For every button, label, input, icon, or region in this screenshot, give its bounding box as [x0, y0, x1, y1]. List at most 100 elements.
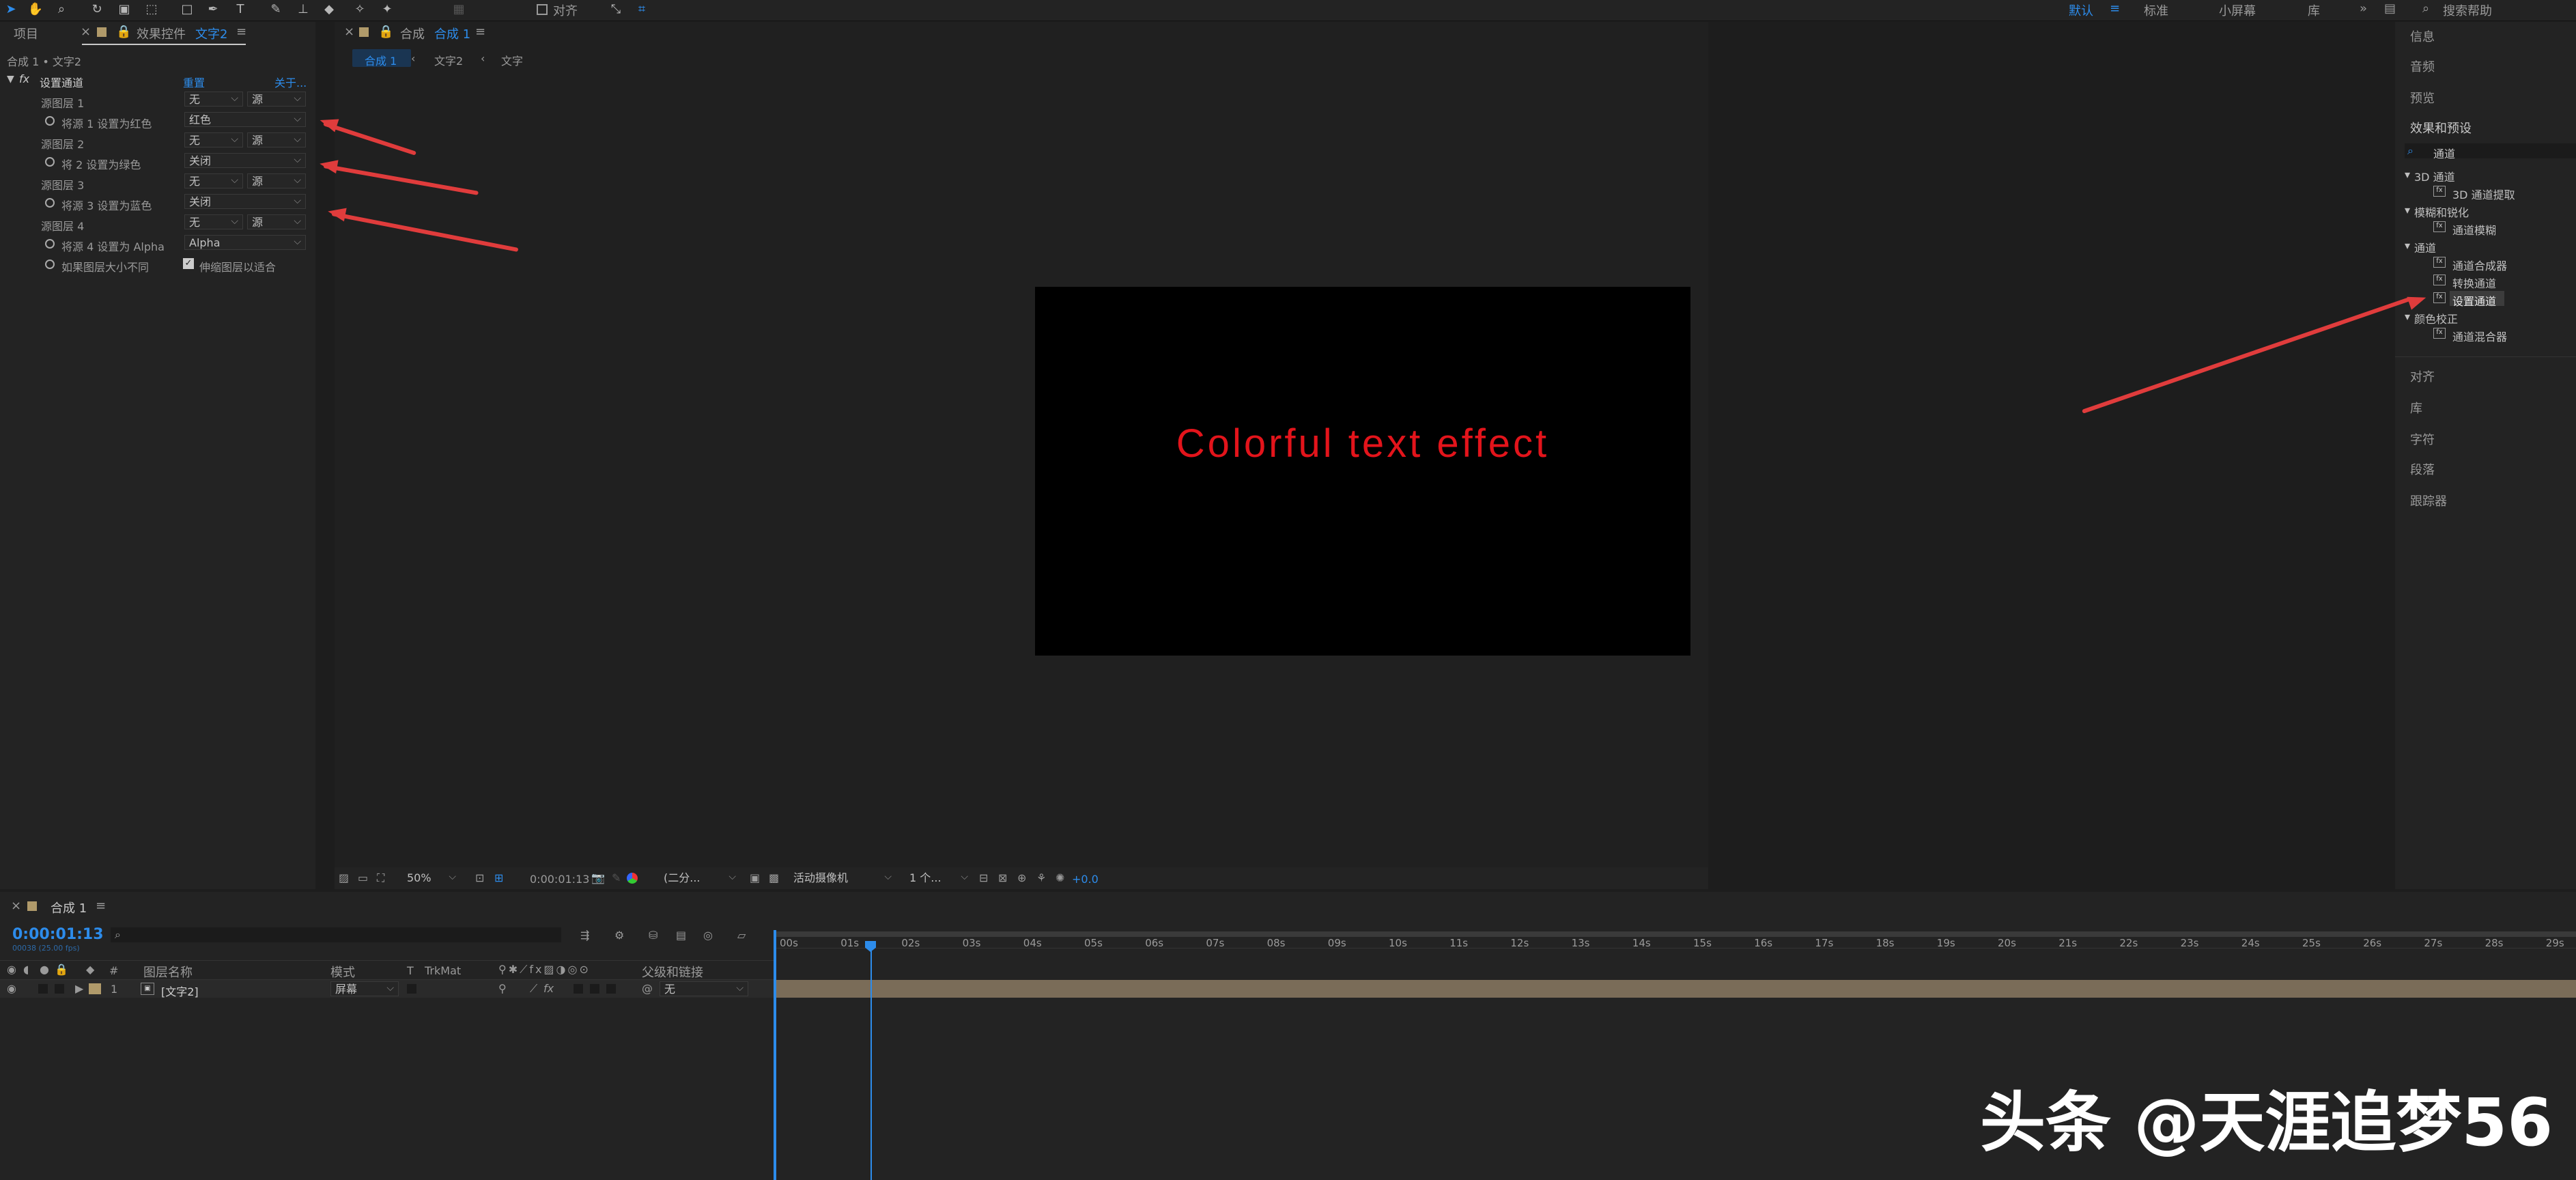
timeline-panel-menu-icon[interactable]: ≡: [96, 899, 106, 913]
comp-tab-name[interactable]: 合成 1: [434, 25, 470, 42]
layer-duration-bar[interactable]: [776, 980, 2576, 998]
source-layer-3-source-dropdown[interactable]: 源: [247, 173, 306, 188]
tab-effect-controls[interactable]: 效果控件: [137, 25, 186, 42]
tree-item-channel-blur[interactable]: 通道模糊: [2452, 221, 2496, 238]
effects-switch-icon[interactable]: fx: [543, 982, 554, 995]
reset-link[interactable]: 重置: [183, 74, 205, 90]
channel-icon[interactable]: [627, 873, 638, 884]
stretch-layer-checkbox[interactable]: ✓: [183, 258, 194, 269]
timeline-search-input[interactable]: ⌕: [111, 927, 561, 942]
align-checkbox[interactable]: [537, 4, 548, 15]
panel-align[interactable]: 对齐: [2410, 367, 2435, 385]
layer-name[interactable]: [文字2]: [161, 983, 199, 999]
eye-icon[interactable]: ◉: [7, 982, 16, 995]
stopwatch-icon[interactable]: [45, 239, 55, 249]
resolution-dropdown[interactable]: (二分...: [660, 869, 740, 886]
panel-info[interactable]: 信息: [2410, 27, 2435, 45]
effects-search-input[interactable]: ⌕ 通道: [2405, 143, 2576, 160]
flowchart-icon[interactable]: ⚘: [1036, 871, 1046, 884]
snap-icon[interactable]: ⤡: [608, 2, 624, 17]
fast-preview-icon[interactable]: ⊠: [998, 871, 1007, 884]
tree-item-shift-channels[interactable]: 转换通道: [2452, 275, 2496, 291]
monitor-icon[interactable]: ▭: [358, 871, 368, 884]
pan-behind-tool-icon[interactable]: ⬚: [143, 2, 160, 17]
clone-stamp-tool-icon[interactable]: ⊥: [295, 2, 311, 17]
stopwatch-icon[interactable]: [45, 116, 55, 126]
preserve-transparency-toggle[interactable]: [407, 984, 416, 994]
source-1-to-red-dropdown[interactable]: 红色: [184, 111, 306, 127]
workspace-small-screen[interactable]: 小屏幕: [2219, 1, 2256, 19]
source-2-to-green-dropdown[interactable]: 关闭: [184, 152, 306, 168]
tree-group-color-correction[interactable]: 颜色校正: [2414, 310, 2458, 326]
source-layer-1-source-dropdown[interactable]: 源: [247, 91, 306, 107]
playhead-handle[interactable]: [865, 941, 876, 952]
selection-tool-icon[interactable]: ➤: [3, 2, 19, 17]
hand-tool-icon[interactable]: ✋: [27, 2, 44, 17]
puppet-tool-icon[interactable]: ✦: [379, 2, 395, 17]
stopwatch-icon[interactable]: [45, 157, 55, 167]
lock-toggle[interactable]: [55, 984, 64, 994]
source-layer-1-dropdown[interactable]: 无: [184, 91, 243, 107]
panel-libraries[interactable]: 库: [2410, 399, 2422, 417]
comp-panel-menu-icon[interactable]: ≡: [475, 25, 485, 39]
workspace-menu-icon[interactable]: ≡: [2110, 1, 2120, 16]
type-tool-icon[interactable]: T: [232, 2, 249, 17]
tree-toggle-icon[interactable]: ▾: [2405, 310, 2410, 323]
snapshot-camera-icon[interactable]: 📷: [591, 871, 605, 884]
camera-dropdown[interactable]: 活动摄像机: [789, 869, 896, 886]
panel-character[interactable]: 字符: [2410, 430, 2435, 448]
tree-item-3d-channel-extract[interactable]: 3D 通道提取: [2452, 186, 2515, 202]
comp-lock-icon[interactable]: 🔒: [378, 25, 393, 39]
crumb-text[interactable]: 文字: [501, 52, 523, 68]
panel-paragraph[interactable]: 段落: [2410, 460, 2435, 478]
crumb-text2[interactable]: 文字2: [434, 52, 463, 68]
mask-visibility-icon[interactable]: ⛶: [377, 871, 384, 885]
brush-tool-icon[interactable]: ✎: [268, 2, 284, 17]
search-help-input[interactable]: 搜索帮助: [2443, 1, 2492, 19]
panel-effects-presets[interactable]: 效果和预设: [2410, 119, 2472, 137]
switch-box[interactable]: [574, 984, 583, 994]
parent-dropdown[interactable]: 无: [660, 981, 748, 996]
source-layer-4-source-dropdown[interactable]: 源: [247, 214, 306, 229]
effect-collapse-icon[interactable]: ▼: [7, 74, 14, 85]
expand-layer-icon[interactable]: ▶: [75, 982, 83, 995]
transparency-grid-icon[interactable]: ▩: [769, 871, 779, 884]
panel-tracker[interactable]: 跟踪器: [2410, 492, 2447, 509]
work-area-start[interactable]: [774, 930, 776, 1180]
snap-options-icon[interactable]: ⌗: [634, 2, 650, 17]
crumb-comp1[interactable]: 合成 1: [365, 52, 397, 68]
tree-toggle-icon[interactable]: ▾: [2405, 168, 2410, 181]
tree-item-set-channels[interactable]: 设置通道: [2452, 292, 2496, 309]
comp-tab-label[interactable]: 合成: [400, 25, 425, 42]
composition-canvas[interactable]: Colorful text effect: [1035, 287, 1690, 656]
roto-brush-tool-icon[interactable]: ✧: [352, 2, 368, 17]
fit-icon[interactable]: ⊡: [475, 871, 484, 884]
workspace-default[interactable]: 默认: [2069, 1, 2093, 19]
tab-close-icon[interactable]: ×: [81, 25, 91, 39]
region-of-interest-icon[interactable]: ▣: [750, 871, 760, 884]
tree-group-3d-channel[interactable]: 3D 通道: [2414, 168, 2455, 184]
tree-item-channel-combiner[interactable]: 通道合成器: [2452, 257, 2507, 273]
rotate-tool-icon[interactable]: ↻: [89, 2, 105, 17]
motion-blur-icon[interactable]: ◎: [703, 929, 713, 942]
lock-icon[interactable]: 🔒: [116, 25, 131, 39]
source-layer-2-source-dropdown[interactable]: 源: [247, 132, 306, 148]
parent-pickwhip-icon[interactable]: @: [642, 982, 653, 995]
zoom-dropdown[interactable]: 50%: [403, 869, 460, 886]
shy-layers-icon[interactable]: ⛁: [649, 929, 657, 942]
collapse-switch-icon[interactable]: ⚲: [498, 982, 507, 995]
panel-preview[interactable]: 预览: [2410, 89, 2435, 107]
tree-toggle-icon[interactable]: ▾: [2405, 239, 2410, 252]
graph-editor-icon[interactable]: ▱: [737, 929, 746, 942]
panel-audio[interactable]: 音频: [2410, 57, 2435, 75]
tree-group-channel[interactable]: 通道: [2414, 239, 2436, 255]
frame-blending-icon[interactable]: ▤: [676, 929, 686, 942]
solo-toggle[interactable]: [38, 984, 48, 994]
exposure-value[interactable]: +0.0: [1072, 873, 1099, 886]
source-3-to-blue-dropdown[interactable]: 关闭: [184, 193, 306, 209]
work-area-bar[interactable]: [776, 931, 2576, 937]
stopwatch-icon[interactable]: [45, 259, 55, 269]
source-layer-3-dropdown[interactable]: 无: [184, 173, 243, 188]
timeline-tab-name[interactable]: 合成 1: [51, 899, 87, 916]
rectangle-tool-icon[interactable]: □: [179, 2, 195, 17]
